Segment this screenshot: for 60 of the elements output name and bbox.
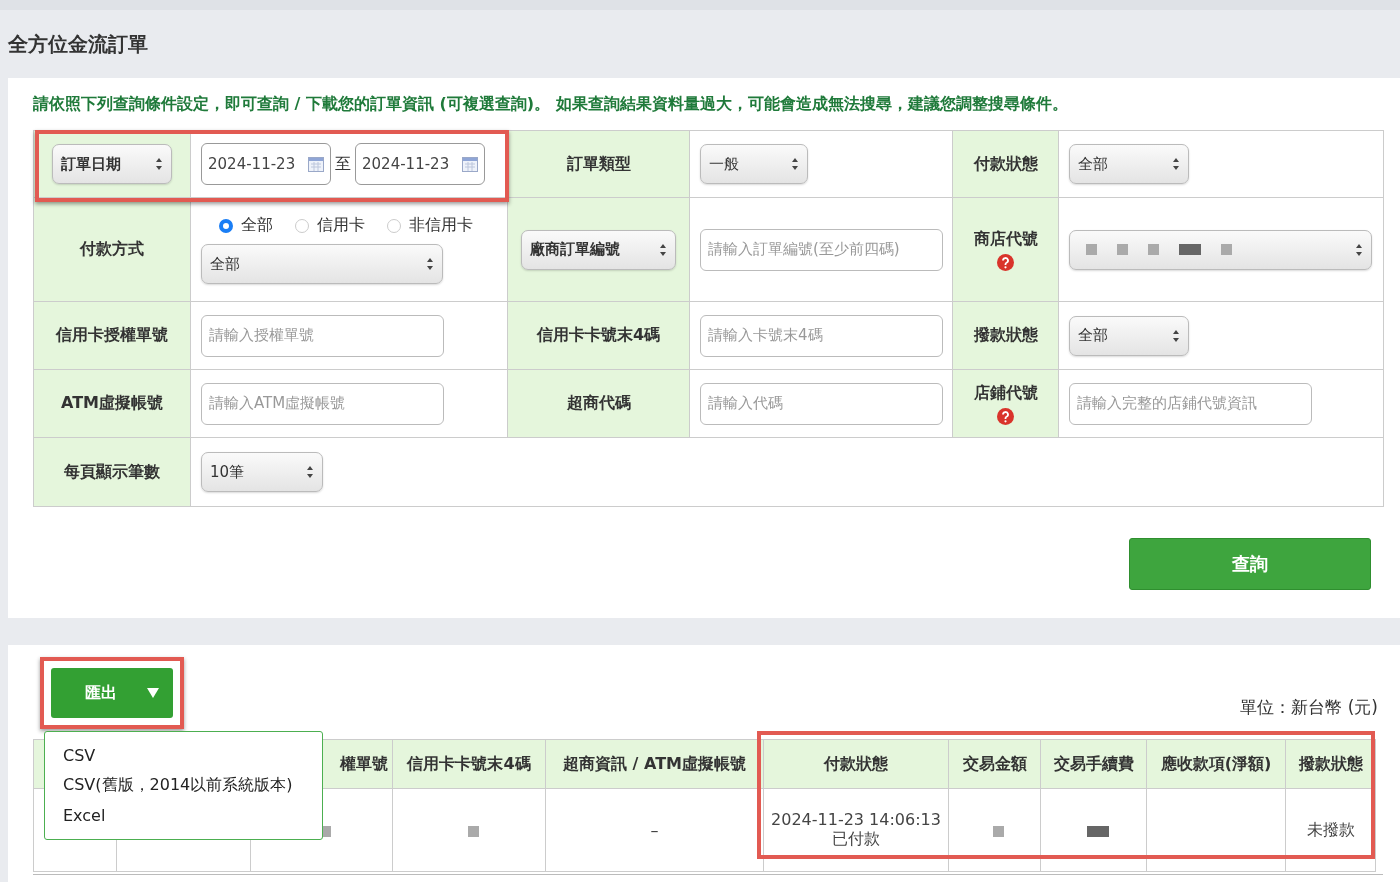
- unit-text: 單位：新台幣 (元): [1240, 696, 1378, 719]
- field-label-text: 商店代號: [973, 228, 1038, 248]
- column-header: 交易金額: [948, 739, 1041, 789]
- dropdown-select[interactable]: 全部: [1069, 315, 1189, 356]
- cell-text: 2024-11-23 14:06:13: [770, 810, 942, 829]
- help-icon[interactable]: [997, 407, 1014, 425]
- column-header: 付款狀態: [763, 739, 949, 789]
- dropdown-select[interactable]: 10筆: [201, 452, 323, 492]
- blurred-mark: [993, 825, 1004, 837]
- menu-item[interactable]: Excel: [63, 806, 304, 825]
- dropdown-select[interactable]: 全部: [1069, 144, 1189, 184]
- select-arrows-icon: [155, 157, 163, 171]
- select-arrows-icon: [306, 465, 314, 479]
- radio-button[interactable]: [219, 218, 233, 233]
- dropdown-select[interactable]: [1069, 229, 1372, 270]
- dropdown-select[interactable]: 廠商訂單編號: [521, 229, 676, 270]
- dropdown-select[interactable]: 一般: [700, 144, 808, 184]
- radio-button[interactable]: [295, 218, 309, 233]
- dropdown-select[interactable]: 訂單日期: [52, 144, 172, 184]
- field-label: 超商代碼: [507, 369, 690, 438]
- select-arrows-icon: [791, 157, 799, 171]
- field-label: 信用卡卡號末4碼: [507, 301, 690, 370]
- blurred-mark: [1086, 825, 1109, 837]
- select-arrows-icon: [426, 257, 434, 271]
- cell-text: 已付款: [831, 829, 881, 850]
- blurred-mark: [320, 825, 331, 837]
- column-header: 交易手續費: [1040, 739, 1147, 789]
- field-label: ATM虛擬帳號: [33, 369, 191, 438]
- calendar-icon: [308, 156, 324, 172]
- notice-text: 請依照下列查詢條件設定，即可查詢 / 下載您的訂單資訊 (可複選查詢)。 如果查詢結果資料量過大，可能會造成無法搜尋，建議您調整搜尋條件。: [33, 94, 1069, 115]
- column-header: 應收款項(淨額): [1146, 739, 1286, 789]
- field-label: 付款方式: [33, 197, 191, 302]
- radio-button[interactable]: [387, 218, 401, 233]
- page-title: 全方位金流訂單: [8, 30, 148, 58]
- field-label-text: 店鋪代號: [973, 382, 1038, 402]
- select-arrows-icon: [659, 242, 667, 257]
- dropdown-select[interactable]: 全部: [201, 244, 443, 284]
- column-header: 超商資訊 / ATM虛擬帳號: [545, 739, 764, 789]
- caret-icon: [147, 688, 159, 698]
- date-field[interactable]: 2024-11-23: [355, 143, 485, 185]
- field-label: 信用卡授權單號: [33, 301, 191, 370]
- radio-label: 非信用卡: [409, 215, 473, 236]
- cell-text: 未撥款: [1305, 819, 1356, 841]
- calendar-icon: [462, 156, 478, 172]
- radio-label: 信用卡: [317, 215, 365, 236]
- field-label: 付款狀態: [952, 130, 1059, 198]
- select-arrows-icon: [1172, 157, 1180, 171]
- help-icon[interactable]: [997, 253, 1014, 271]
- field-label: 訂單類型: [507, 130, 690, 198]
- select-arrows-icon: [1355, 242, 1363, 257]
- range-separator: 至: [335, 154, 351, 173]
- select-arrows-icon: [1172, 328, 1180, 343]
- date-field[interactable]: 2024-11-23: [201, 143, 331, 185]
- blurred-mark: [467, 825, 479, 837]
- column-header: 撥款狀態: [1285, 739, 1376, 789]
- cell-text: –: [649, 820, 660, 840]
- radio-label: 全部: [241, 215, 273, 236]
- field-label: 撥款狀態: [952, 301, 1059, 370]
- field-label: 每頁顯示筆數: [33, 437, 191, 507]
- column-header: 信用卡卡號末4碼: [392, 739, 546, 789]
